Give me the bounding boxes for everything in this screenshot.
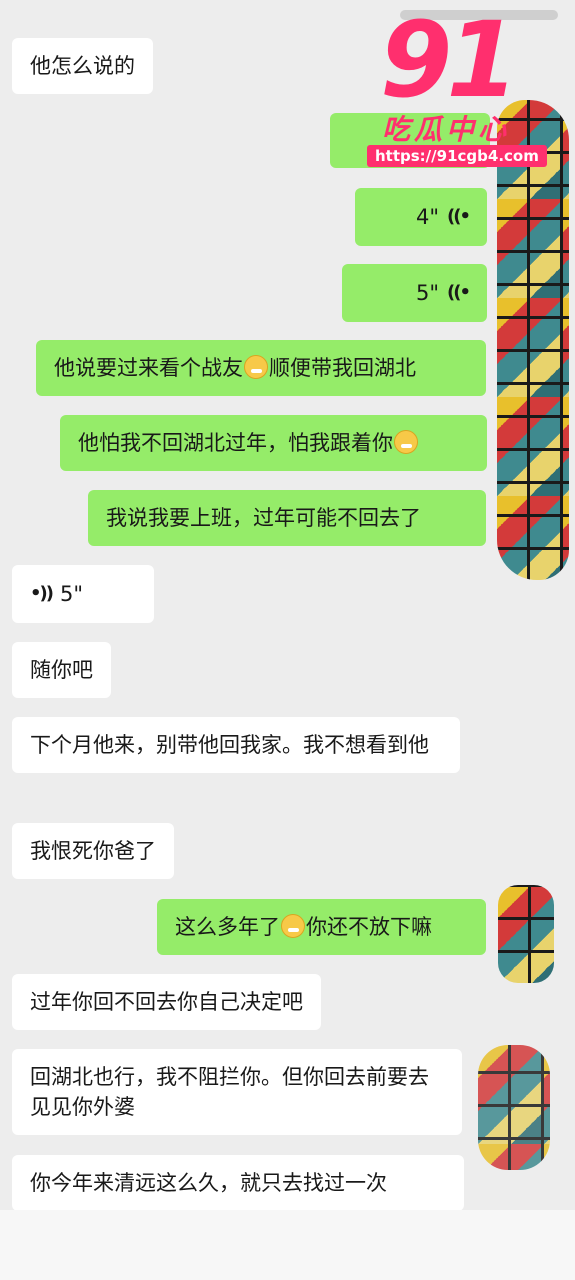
message-bubble-outgoing[interactable]: 这么多年了 你还不放下嘛: [157, 899, 486, 955]
watermark-name: 吃瓜中心: [382, 113, 511, 146]
chat-input-bar: [0, 1210, 575, 1280]
voice-wave-icon: ((•: [447, 282, 471, 303]
mask-emoji-icon: [281, 914, 305, 938]
voice-wave-icon: ((•: [447, 206, 471, 227]
voice-duration: 5": [416, 281, 440, 305]
message-text: 他说要过来看个战友: [54, 356, 243, 380]
message-bubble-outgoing[interactable]: 我说我要上班，过年可能不回去了: [88, 490, 486, 546]
message-bubble-incoming[interactable]: 随你吧: [12, 642, 111, 698]
message-text: 过年你回不回去你自己决定吧: [30, 990, 303, 1014]
message-bubble-outgoing[interactable]: 他怕我不回湖北过年，怕我跟着你: [60, 415, 487, 471]
message-text: 回湖北也行，我不阻拦你。但你回去前要去见见你外婆: [30, 1065, 429, 1119]
message-text: 他怕我不回湖北过年，怕我跟着你: [78, 431, 393, 455]
message-text: 顺便带我回湖北: [269, 356, 416, 380]
message-bubble-incoming[interactable]: 过年你回不回去你自己决定吧: [12, 974, 321, 1030]
message-bubble-incoming[interactable]: 下个月他来，别带他回我家。我不想看到他: [12, 717, 460, 773]
message-text: 我说我要上班，过年可能不回去了: [106, 506, 421, 530]
message-bubble-incoming[interactable]: 回湖北也行，我不阻拦你。但你回去前要去见见你外婆: [12, 1049, 462, 1135]
voice-message-incoming[interactable]: •)) 5": [12, 565, 154, 623]
message-bubble-incoming[interactable]: 你今年来清远这么久，就只去找过一次: [12, 1155, 464, 1211]
message-text: 你还不放下嘛: [306, 915, 432, 939]
voice-message-outgoing[interactable]: 4" ((•: [355, 188, 487, 246]
message-text: 你今年来清远这么久，就只去找过一次: [30, 1171, 387, 1195]
message-text: 我恨死你爸了: [30, 839, 156, 863]
voice-wave-icon: •)): [30, 583, 54, 604]
redacted-avatar: [478, 1045, 550, 1170]
voice-message-outgoing[interactable]: 5" ((•: [342, 264, 487, 322]
voice-duration: 4": [416, 205, 440, 229]
message-text: 下个月他来，别带他回我家。我不想看到他: [30, 733, 429, 757]
message-bubble-incoming[interactable]: 我恨死你爸了: [12, 823, 174, 879]
redacted-avatar: [498, 885, 554, 983]
flushed-emoji-icon: [244, 355, 268, 379]
voice-duration: 5": [59, 582, 83, 606]
watermark-url: https://91cgb4.com: [367, 145, 547, 167]
message-bubble-outgoing[interactable]: 他说要过来看个战友 顺便带我回湖北: [36, 340, 486, 396]
message-text: 这么多年了: [175, 915, 280, 939]
message-bubble-incoming[interactable]: 他怎么说的: [12, 38, 153, 94]
redacted-avatar: [497, 100, 569, 580]
message-text: 他怎么说的: [30, 54, 135, 78]
message-text: 随你吧: [30, 658, 93, 682]
flushed-emoji-icon: [394, 430, 418, 454]
watermark-logo: 91: [380, 0, 519, 121]
